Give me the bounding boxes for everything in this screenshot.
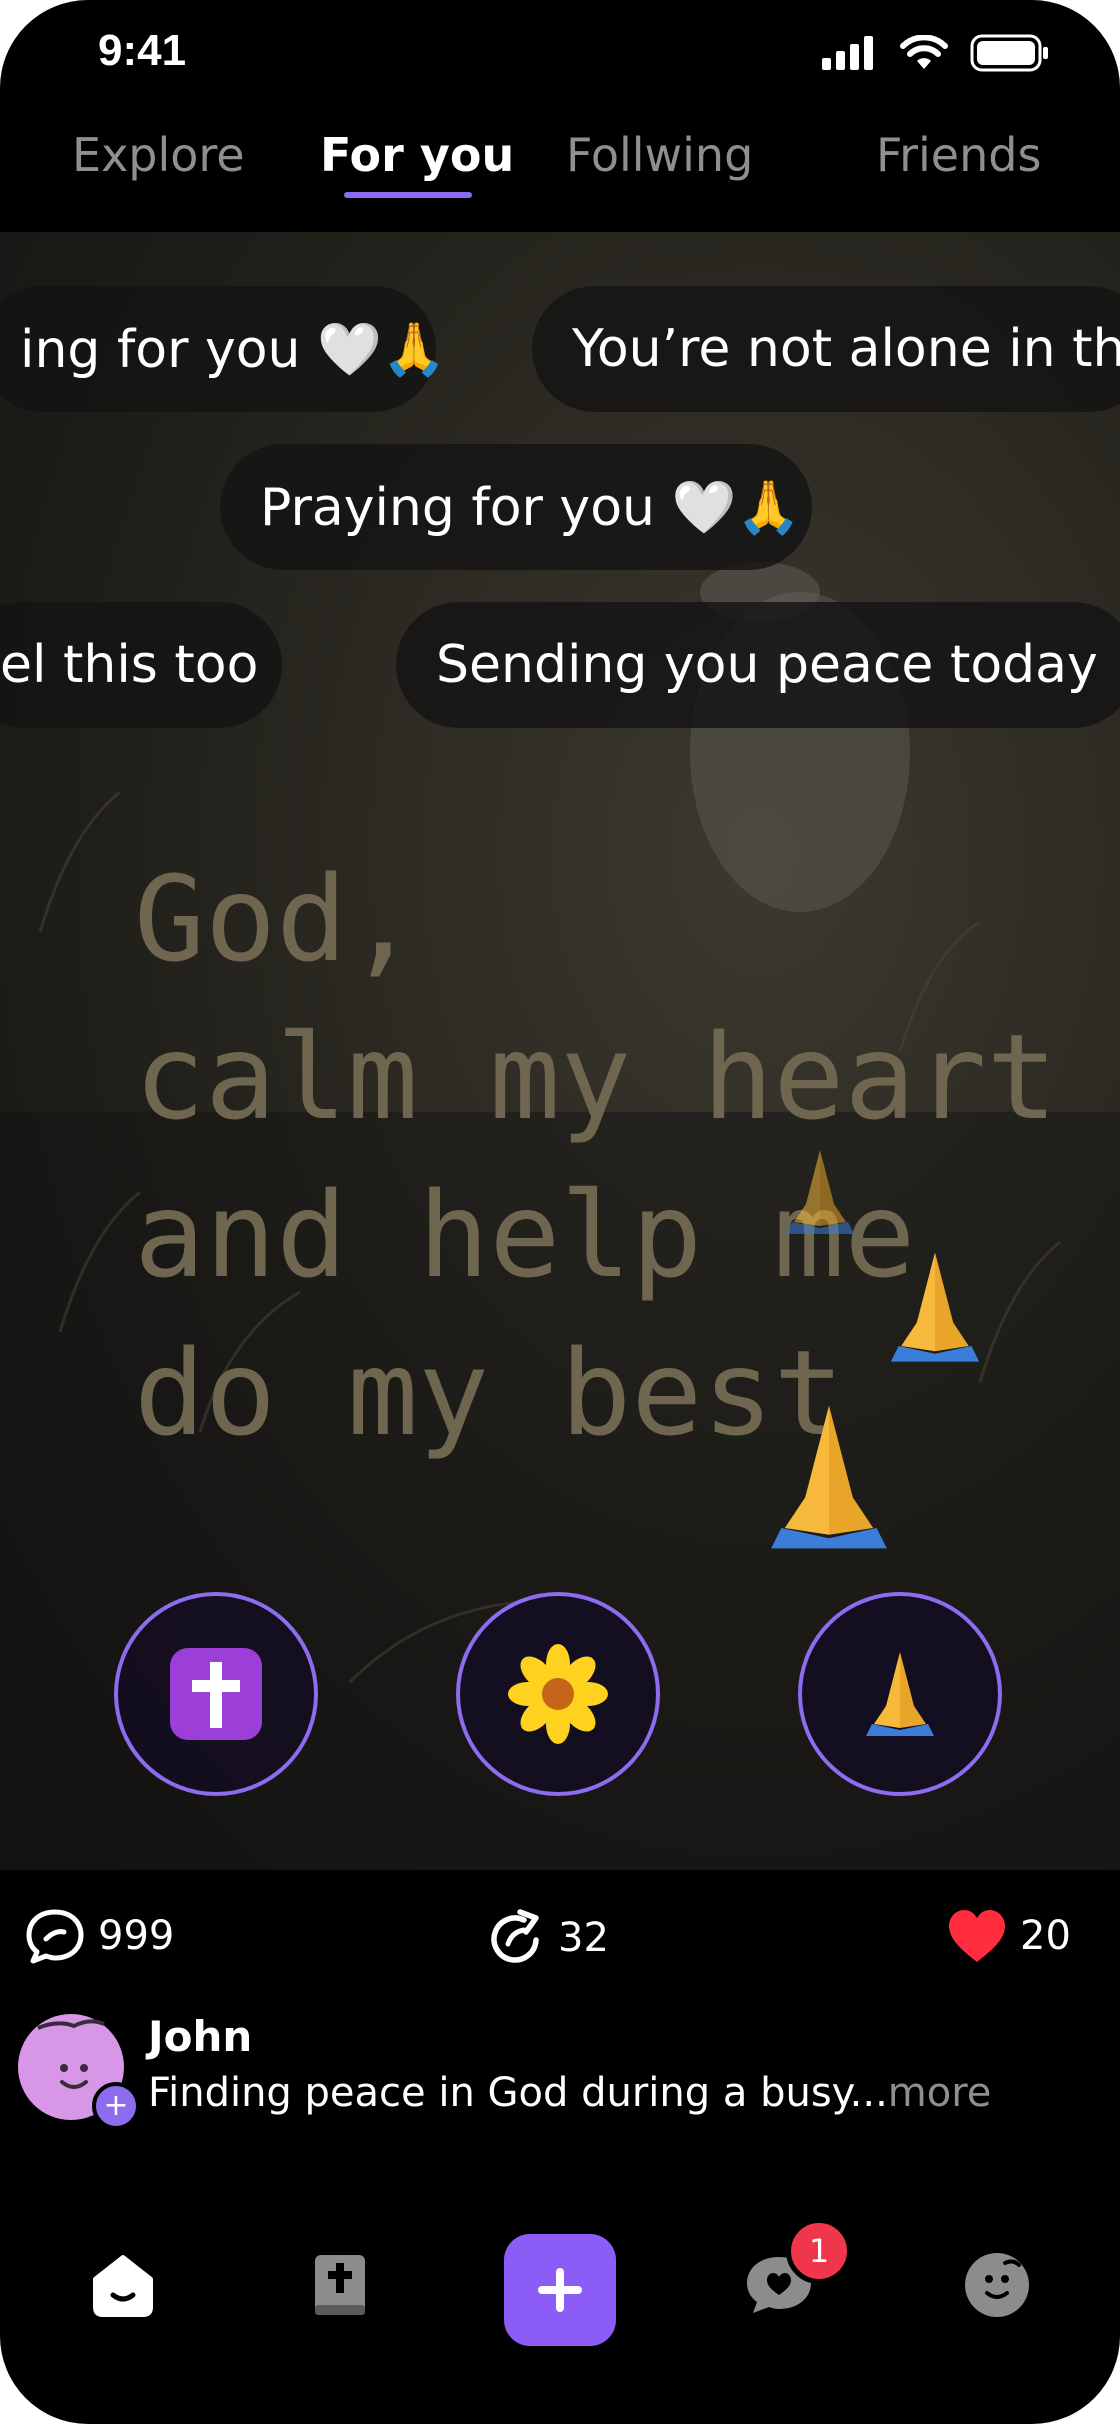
- create-icon: [538, 2268, 582, 2312]
- comment-bubble[interactable]: Praying for you 🤍🙏: [220, 444, 812, 570]
- nav-bible[interactable]: [284, 2230, 394, 2340]
- more-link[interactable]: more: [888, 2070, 992, 2116]
- flower-icon: [508, 1644, 608, 1744]
- nav-profile[interactable]: [942, 2230, 1052, 2340]
- phone-screen: 9:41 Explore For you Follwing Friends in…: [0, 0, 1120, 2424]
- comment-icon: [26, 1909, 84, 1964]
- quote-line: calm my heart: [134, 1008, 1058, 1146]
- tab-friends[interactable]: Friends: [876, 128, 1041, 182]
- comment-bubble[interactable]: ing for you 🤍🙏: [0, 286, 447, 412]
- cross-icon: [170, 1648, 262, 1740]
- home-icon: [93, 2255, 153, 2317]
- active-tab-indicator: [344, 192, 472, 198]
- profile-icon: [965, 2253, 1029, 2317]
- heart-icon: [949, 1910, 1005, 1962]
- bible-icon: [315, 2255, 365, 2315]
- react-praying-hands-button[interactable]: [798, 1592, 1002, 1796]
- floating-praying-hands-icon: [786, 1150, 854, 1234]
- tab-explore[interactable]: Explore: [72, 128, 245, 182]
- battery-icon: [970, 34, 1048, 72]
- praying-hands-icon: [866, 1652, 934, 1736]
- post-caption[interactable]: Finding peace in God during a busy...mor…: [148, 2070, 991, 2116]
- floating-praying-hands-icon: [771, 1405, 887, 1549]
- tab-following[interactable]: Follwing: [566, 128, 753, 182]
- post-stats: 999 32 20: [0, 1870, 1120, 1990]
- post-media[interactable]: ing for you 🤍🙏 You’re not alone in th Pr…: [0, 232, 1120, 1870]
- likes-count: 20: [1020, 1913, 1071, 1959]
- feed-tabs: Explore For you Follwing Friends: [0, 120, 1120, 220]
- share-icon: [491, 1909, 539, 1963]
- wifi-icon: [900, 35, 948, 69]
- comment-bubble[interactable]: el this too: [0, 602, 282, 728]
- tab-for-you[interactable]: For you: [320, 128, 514, 182]
- bottom-nav: 1: [0, 2200, 1120, 2380]
- comments-stat[interactable]: 999: [24, 1908, 174, 1964]
- author-name[interactable]: John: [148, 2012, 252, 2061]
- post-author: + John Finding peace in God during a bus…: [0, 1998, 1120, 2130]
- likes-stat[interactable]: 20: [946, 1908, 1071, 1964]
- comments-count: 999: [98, 1913, 175, 1959]
- status-icons: [822, 34, 1050, 72]
- shares-stat[interactable]: 32: [486, 1908, 609, 1968]
- quote-line: God,: [134, 850, 419, 988]
- comment-bubble[interactable]: Sending you peace today: [396, 602, 1120, 728]
- caption-text: Finding peace in God during a busy...: [148, 2070, 888, 2116]
- status-time: 9:41: [98, 26, 187, 75]
- floating-praying-hands-icon: [890, 1252, 980, 1362]
- messages-badge: 1: [786, 2218, 852, 2284]
- follow-plus-icon[interactable]: +: [92, 2082, 140, 2130]
- nav-home[interactable]: [68, 2230, 178, 2340]
- react-flower-button[interactable]: [456, 1592, 660, 1796]
- react-cross-button[interactable]: [114, 1592, 318, 1796]
- nav-create-button[interactable]: [504, 2234, 616, 2346]
- post-quote: God, calm my heart and help me do my bes…: [134, 840, 1058, 1472]
- signal-icon: [822, 36, 873, 70]
- comment-bubble[interactable]: You’re not alone in th: [532, 286, 1120, 412]
- status-bar: 9:41: [0, 0, 1120, 110]
- shares-count: 32: [558, 1915, 609, 1961]
